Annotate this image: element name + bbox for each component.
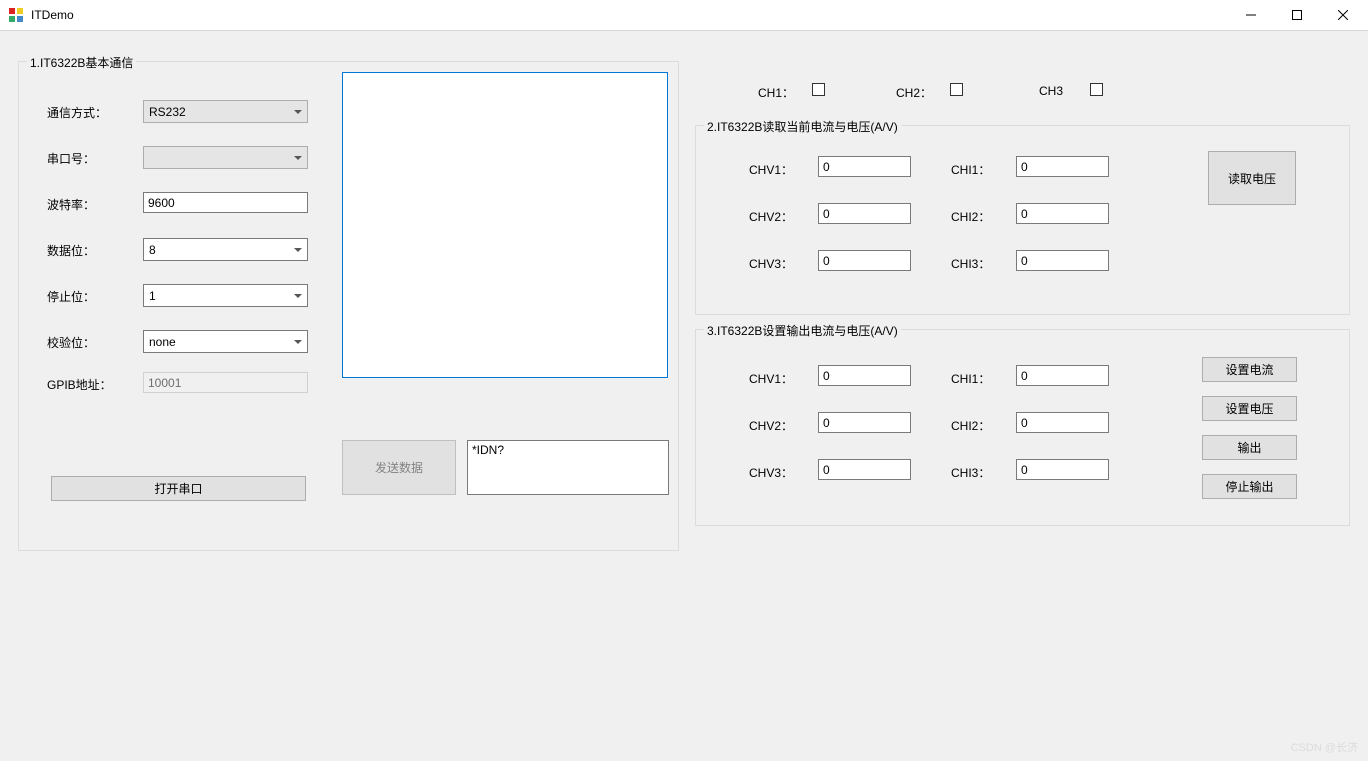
label-s-chv3: CHV3： <box>749 464 793 481</box>
label-data-bits: 数据位： <box>47 242 95 259</box>
close-button[interactable] <box>1320 0 1366 30</box>
label-baud: 波特率： <box>47 196 95 213</box>
label-s-chv2: CHV2： <box>749 417 793 434</box>
label-s-chi1: CHI1： <box>951 370 990 387</box>
label-s-chv1: CHV1： <box>749 370 793 387</box>
group3-title: 3.IT6322B设置输出电流与电压(A/V) <box>704 322 901 339</box>
set-current-button[interactable]: 设置电流 <box>1202 357 1297 382</box>
label-r-chi3: CHI3： <box>951 255 990 272</box>
group-basic-comm: 1.IT6322B基本通信 通信方式： RS232 串口号： 波特率： 数据位：… <box>18 61 679 551</box>
label-r-chv1: CHV1： <box>749 161 793 178</box>
label-ch2: CH2： <box>896 84 932 101</box>
label-ch3: CH3 <box>1039 84 1063 98</box>
chevron-down-icon <box>294 248 302 252</box>
stop-output-button[interactable]: 停止输出 <box>1202 474 1297 499</box>
combo-stop-bits[interactable]: 1 <box>143 284 308 307</box>
app-icon <box>8 7 24 23</box>
input-baud[interactable] <box>143 192 308 213</box>
watermark: CSDN @长济 <box>1291 739 1358 755</box>
combo-port[interactable] <box>143 146 308 169</box>
group-set-iv: 3.IT6322B设置输出电流与电压(A/V) CHV1： CHI1： CHV2… <box>695 329 1350 526</box>
combo-comm-method-value: RS232 <box>149 105 186 119</box>
input-r-chv1[interactable] <box>818 156 911 177</box>
maximize-button[interactable] <box>1274 0 1320 30</box>
label-r-chi1: CHI1： <box>951 161 990 178</box>
label-s-chi3: CHI3： <box>951 464 990 481</box>
combo-data-bits[interactable]: 8 <box>143 238 308 261</box>
input-s-chv3[interactable] <box>818 459 911 480</box>
label-r-chv3: CHV3： <box>749 255 793 272</box>
chevron-down-icon <box>294 340 302 344</box>
group2-title: 2.IT6322B读取当前电流与电压(A/V) <box>704 118 901 135</box>
chevron-down-icon <box>294 156 302 160</box>
window-title: ITDemo <box>31 8 1228 22</box>
combo-data-bits-value: 8 <box>149 243 156 257</box>
input-r-chi2[interactable] <box>1016 203 1109 224</box>
input-gpib: 10001 <box>143 372 308 393</box>
send-data-button: 发送数据 <box>342 440 456 495</box>
label-ch1: CH1： <box>758 84 794 101</box>
gpib-value: 10001 <box>148 376 181 390</box>
label-r-chv2: CHV2： <box>749 208 793 225</box>
open-port-button[interactable]: 打开串口 <box>51 476 306 501</box>
input-r-chv3[interactable] <box>818 250 911 271</box>
input-s-chi3[interactable] <box>1016 459 1109 480</box>
chevron-down-icon <box>294 294 302 298</box>
checkbox-ch3[interactable] <box>1090 83 1103 96</box>
input-r-chi1[interactable] <box>1016 156 1109 177</box>
input-r-chv2[interactable] <box>818 203 911 224</box>
input-s-chi2[interactable] <box>1016 412 1109 433</box>
combo-parity[interactable]: none <box>143 330 308 353</box>
checkbox-ch2[interactable] <box>950 83 963 96</box>
log-textarea[interactable] <box>342 72 668 378</box>
group1-title: 1.IT6322B基本通信 <box>27 54 136 71</box>
input-s-chv1[interactable] <box>818 365 911 386</box>
titlebar: ITDemo <box>0 0 1368 31</box>
combo-comm-method[interactable]: RS232 <box>143 100 308 123</box>
label-r-chi2: CHI2： <box>951 208 990 225</box>
checkbox-ch1[interactable] <box>812 83 825 96</box>
label-gpib: GPIB地址： <box>47 376 112 393</box>
input-s-chi1[interactable] <box>1016 365 1109 386</box>
label-parity: 校验位： <box>47 334 95 351</box>
read-voltage-button[interactable]: 读取电压 <box>1208 151 1296 205</box>
chevron-down-icon <box>294 110 302 114</box>
command-textarea[interactable] <box>467 440 669 495</box>
combo-stop-bits-value: 1 <box>149 289 156 303</box>
label-s-chi2: CHI2： <box>951 417 990 434</box>
output-button[interactable]: 输出 <box>1202 435 1297 460</box>
input-r-chi3[interactable] <box>1016 250 1109 271</box>
label-port: 串口号： <box>47 150 95 167</box>
input-s-chv2[interactable] <box>818 412 911 433</box>
minimize-button[interactable] <box>1228 0 1274 30</box>
group-read-iv: 2.IT6322B读取当前电流与电压(A/V) CHV1： CHI1： CHV2… <box>695 125 1350 315</box>
set-voltage-button[interactable]: 设置电压 <box>1202 396 1297 421</box>
label-stop-bits: 停止位： <box>47 288 95 305</box>
combo-parity-value: none <box>149 335 176 349</box>
label-comm-method: 通信方式： <box>47 104 107 121</box>
